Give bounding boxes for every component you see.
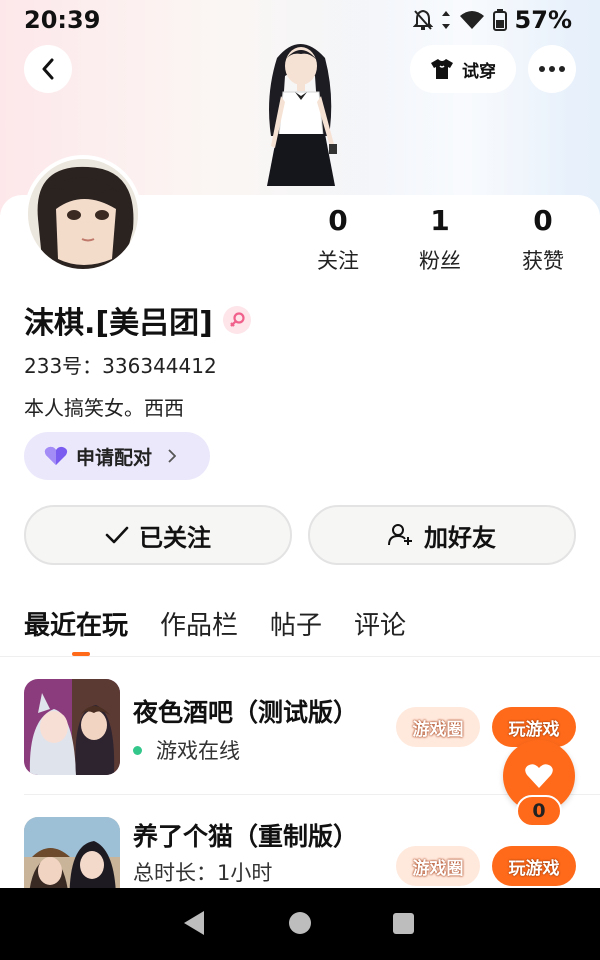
tab-posts[interactable]: 帖子 [270,605,322,642]
game-status-text: 游戏在线 [156,739,240,763]
check-icon [105,526,129,544]
system-nav-bar [0,888,600,960]
add-friend-button[interactable]: 加好友 [308,505,576,565]
battery-icon [492,9,507,31]
female-icon [230,312,245,327]
avatar-figure-illustration [267,44,337,186]
notifications-off-icon [412,9,433,30]
game-subtitle: 游戏在线 [133,735,240,765]
stat-following-label: 关注 [317,249,359,273]
game-circle-button[interactable]: 游戏圈 [396,707,480,747]
status-icons: 57% [412,6,572,34]
user-id: 233号：336344412 [24,354,217,378]
battery-percent: 57% [514,6,572,34]
heart-icon [525,764,553,788]
avatar[interactable] [24,155,142,273]
add-friend-label: 加好友 [424,523,496,552]
profile-stats: 0 关注 1 粉丝 0 获赞 [290,205,590,275]
back-button[interactable] [24,45,72,93]
like-count-badge: 0 [516,795,562,827]
chevron-right-icon [168,449,177,463]
game-thumbnail [24,679,120,775]
nav-recents-icon[interactable] [393,913,414,934]
game-title: 夜色酒吧（测试版） [133,698,359,727]
user-bio: 本人搞笑女。西西 [24,396,184,420]
game-cover-art [24,679,120,775]
status-time: 20:39 [24,6,101,34]
more-button[interactable] [528,45,576,93]
gender-badge [222,306,251,334]
tab-recently-played[interactable]: 最近在玩 [24,605,128,642]
more-dot [559,66,565,72]
followed-button[interactable]: 已关注 [24,505,292,565]
tab-comments[interactable]: 评论 [354,605,406,642]
more-dot [539,66,545,72]
more-dot [549,66,555,72]
request-match-label: 申请配对 [76,446,153,469]
tab-works[interactable]: 作品栏 [160,605,238,642]
game-title: 养了个猫（重制版） [133,822,359,851]
stat-likes[interactable]: 0 获赞 [498,205,588,275]
try-on-button[interactable]: 试穿 [410,45,516,93]
stat-fans-label: 粉丝 [419,249,461,273]
add-user-icon [388,524,412,546]
game-playtime-text: 总时长：1小时 [133,861,273,885]
data-arrows-icon [441,11,450,29]
chevron-left-icon [42,58,54,80]
stat-likes-label: 获赞 [522,249,564,273]
stat-fans-value: 1 [430,204,450,237]
online-status-dot [133,745,142,755]
request-match-button[interactable]: 申请配对 [24,432,210,480]
name-row: 沫棋.[美吕团] [24,298,251,342]
stat-likes-value: 0 [533,204,553,237]
profile-name: 沫棋.[美吕团] [24,306,213,341]
game-subtitle: 总时长：1小时 [133,857,272,887]
nav-home-icon[interactable] [289,912,311,934]
nav-back-icon[interactable] [183,910,205,936]
tshirt-icon [431,59,453,79]
try-on-label: 试穿 [462,61,496,82]
wifi-icon [459,11,484,29]
tabs-divider [0,656,600,657]
avatar-portrait [28,159,138,269]
stat-following[interactable]: 0 关注 [293,205,383,275]
play-game-button[interactable]: 玩游戏 [492,846,576,886]
game-circle-button[interactable]: 游戏圈 [396,846,480,886]
profile-tabs: 最近在玩 作品栏 帖子 评论 [24,605,406,642]
stat-fans[interactable]: 1 粉丝 [395,205,485,275]
stat-following-value: 0 [328,204,348,237]
followed-label: 已关注 [139,523,211,552]
status-bar: 20:39 57% [0,0,600,40]
heart-icon [44,446,68,465]
